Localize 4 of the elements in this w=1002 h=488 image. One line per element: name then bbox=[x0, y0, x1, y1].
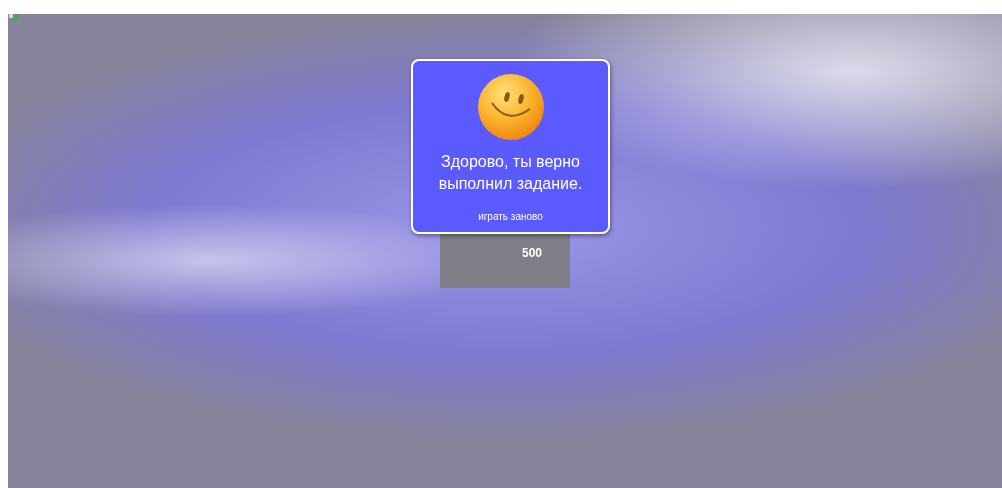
score-value: 500 bbox=[522, 246, 543, 260]
replay-link[interactable]: играть заново bbox=[478, 211, 543, 222]
success-message: Здорово, ты верно выполнил задание. bbox=[437, 152, 584, 194]
smiley-icon bbox=[476, 73, 545, 141]
